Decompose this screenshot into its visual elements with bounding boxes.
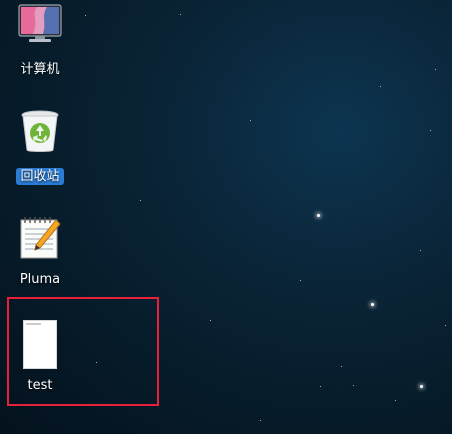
star-decoration: [430, 130, 431, 131]
star-decoration: [210, 320, 211, 321]
icon-label: 计算机: [20, 62, 60, 77]
star-decoration: [353, 385, 354, 386]
icon-label: test: [27, 378, 53, 393]
star-decoration: [445, 325, 446, 326]
desktop-icon-computer[interactable]: 计算机: [0, 0, 80, 80]
star-decoration: [380, 86, 381, 87]
desktop-background[interactable]: 计算机 回收站 Pluma test: [0, 0, 452, 434]
star-decoration: [395, 400, 396, 401]
computer-icon: [17, 4, 63, 48]
trash-icon: [20, 110, 60, 158]
star-decoration: [300, 280, 301, 281]
star-decoration: [435, 69, 436, 70]
star-decoration: [317, 214, 320, 217]
star-decoration: [341, 366, 342, 367]
star-decoration: [260, 420, 261, 421]
star-decoration: [180, 14, 181, 15]
text-editor-icon: [18, 214, 62, 264]
desktop-icon-test[interactable]: test: [0, 316, 80, 396]
blank-document-icon: [23, 320, 57, 374]
star-decoration: [420, 250, 421, 251]
star-decoration: [320, 386, 321, 387]
star-decoration: [140, 200, 141, 201]
desktop-icon-pluma[interactable]: Pluma: [0, 212, 80, 292]
desktop-icon-trash[interactable]: 回收站: [0, 104, 80, 185]
icon-label: Pluma: [19, 272, 61, 287]
icon-label: 回收站: [16, 168, 64, 185]
star-decoration: [250, 120, 251, 121]
star-decoration: [420, 385, 423, 388]
star-decoration: [371, 303, 374, 306]
star-decoration: [85, 15, 86, 16]
